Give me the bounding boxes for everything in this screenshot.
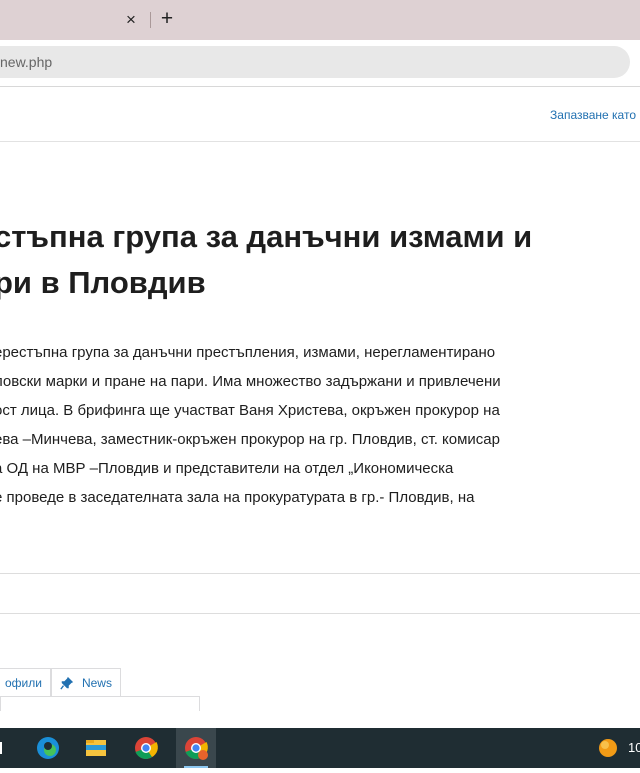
post-body-line: е проведе в заседателната зала на прокур… xyxy=(0,489,475,506)
address-bar[interactable]: new.php xyxy=(0,46,630,78)
tab-close-icon[interactable]: × xyxy=(124,10,138,30)
post-body-line: ерестъпна група за данъчни престъпления,… xyxy=(0,344,496,361)
divider xyxy=(0,613,640,614)
pin-icon xyxy=(60,676,74,690)
tab-news[interactable]: News xyxy=(50,668,121,696)
address-text[interactable]: new.php xyxy=(0,54,52,70)
post-body[interactable]: ерестъпна група за данъчни престъпления,… xyxy=(0,338,634,512)
post-title-line: ри в Пловдив xyxy=(0,265,206,300)
tab-label: News xyxy=(81,675,112,690)
tab-separator xyxy=(150,12,151,28)
browser-tab-strip: × + xyxy=(0,0,640,40)
post-title-line: стъпна група за данъчни измами и xyxy=(0,219,533,254)
system-clock[interactable]: 10 xyxy=(628,740,640,755)
post-body-line: а ОД на МВР –Пловдив и представители на … xyxy=(0,460,454,477)
browser-toolbar: new.php xyxy=(0,40,640,87)
meta-box-tabs: офили News xyxy=(0,668,121,696)
meta-box-panel xyxy=(0,696,200,711)
windows-taskbar: 10 xyxy=(0,728,640,768)
post-title[interactable]: стъпна група за данъчни измами и ри в Пл… xyxy=(0,214,634,306)
post-body-line: ева –Минчева, заместник-окръжен прокурор… xyxy=(0,431,500,448)
post-body-line: ловски марки и пране на пари. Има множес… xyxy=(0,373,501,390)
editor-top-bar: Запазване като xyxy=(0,87,640,142)
divider xyxy=(0,573,640,574)
tab-profiles[interactable]: офили xyxy=(0,668,51,696)
save-draft-link[interactable]: Запазване като xyxy=(550,108,636,122)
chrome-icon[interactable] xyxy=(126,728,166,768)
chrome-profile-icon[interactable] xyxy=(176,728,216,768)
new-tab-button[interactable]: + xyxy=(158,8,176,32)
edge-icon[interactable] xyxy=(28,728,68,768)
notification-orange-icon[interactable] xyxy=(588,728,628,768)
post-body-line: ост лица. В брифинга ще участват Ваня Хр… xyxy=(0,402,500,419)
tab-label: офили xyxy=(5,675,42,690)
file-explorer-icon[interactable] xyxy=(76,728,116,768)
